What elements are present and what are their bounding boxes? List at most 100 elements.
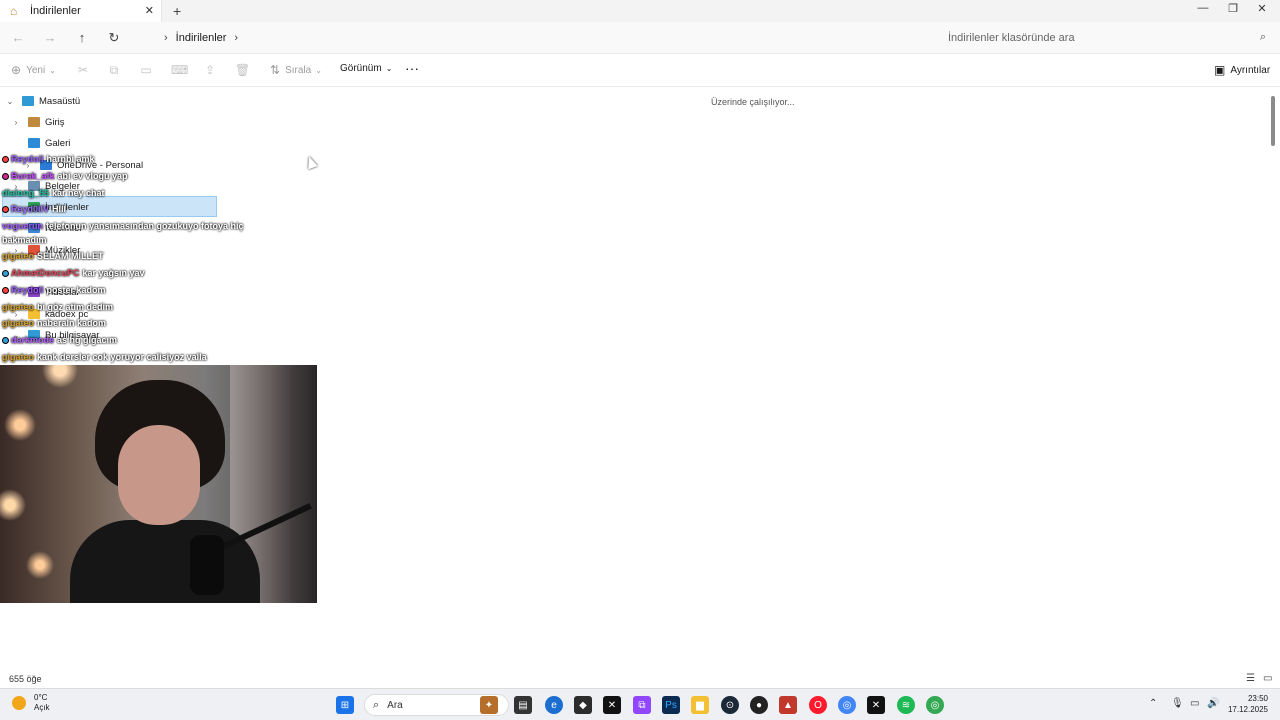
plus-circle-icon: ⊕ [11, 63, 22, 77]
microphone-icon[interactable]: 🎙 [1171, 698, 1184, 709]
steam-icon[interactable]: ⊙ [721, 696, 739, 714]
game-icon[interactable]: ▲ [779, 696, 797, 714]
chat-username: darkmode [11, 335, 55, 345]
chat-badge-icon [2, 269, 9, 277]
chat-message-text: as hg gigacım [57, 335, 118, 345]
microphone [190, 535, 224, 595]
chat-message-text: kank dersler cok yoruyor calisiyoz valla [37, 352, 207, 362]
more-options-button[interactable]: ··· [405, 60, 419, 76]
capcut-icon[interactable]: ✕ [603, 696, 621, 714]
back-button[interactable]: ← [10, 30, 26, 45]
status-bar: 655 öğe ☰ ▭ [0, 671, 1280, 688]
new-button[interactable]: ⊕ Yeni ⌄ [11, 63, 56, 77]
minimize-button[interactable]: — [1193, 2, 1213, 14]
share-icon[interactable]: ⇪ [203, 63, 217, 77]
obs-icon[interactable]: ● [750, 696, 768, 714]
vertical-scrollbar[interactable] [1271, 96, 1275, 146]
close-tab-icon[interactable]: ✕ [145, 4, 154, 17]
folder-icon [28, 138, 40, 148]
weather-widget[interactable]: 0°C Açık [12, 693, 50, 713]
chevron-down-icon: ⌄ [315, 65, 322, 75]
refresh-button[interactable]: ↻ [106, 30, 122, 46]
chat-username: gigateo [2, 251, 35, 261]
edge-icon[interactable]: e [545, 696, 563, 714]
chat-message: voguerun telefonun yansımasından gozukuyo… [2, 221, 244, 231]
chat-badge-icon [2, 336, 9, 344]
tree-item-label: Galeri [45, 137, 71, 149]
tree-item[interactable]: Galeri [10, 133, 70, 153]
photoshop-icon[interactable]: Ps [662, 696, 680, 714]
search-placeholder: İndirilenler klasöründe ara [948, 32, 1075, 44]
file-explorer-icon[interactable]: ▆ [691, 696, 709, 714]
chrome-icon[interactable]: ◎ [838, 696, 856, 714]
chat-username: Burak_afk [11, 171, 55, 181]
tab-title: İndirilenler [30, 5, 81, 17]
new-tab-button[interactable]: + [173, 3, 181, 19]
close-window-button[interactable]: ✕ [1252, 2, 1272, 15]
rename-icon[interactable]: ⌨ [171, 63, 188, 77]
home-icon: ⌂ [10, 4, 18, 18]
up-button[interactable]: ↑ [74, 30, 90, 45]
details-view-icon[interactable]: ☰ [1246, 673, 1255, 684]
tree-item[interactable]: ⌄ Masaüstü [4, 91, 81, 111]
spotify-icon[interactable]: ≋ [897, 696, 915, 714]
twitch-icon[interactable]: ⧉ [633, 696, 651, 714]
tree-item-label: Masaüstü [39, 95, 81, 107]
paste-icon[interactable]: ▭ [139, 63, 153, 77]
search-box[interactable]: İndirilenler klasöründe ara ⌕ [938, 25, 1272, 51]
webcam-overlay [0, 365, 317, 603]
chat-message: gigateo kank dersler cok yoruyor calisiyo… [2, 352, 207, 362]
task-view-icon[interactable]: ▤ [514, 696, 532, 714]
app-cube-icon[interactable]: ◆ [574, 696, 592, 714]
details-label: Ayrıntılar [1230, 64, 1271, 76]
chat-message-text: HIII [52, 204, 67, 214]
person-face [118, 425, 200, 525]
chevron-down-icon: ⌄ [385, 64, 393, 73]
breadcrumb-downloads[interactable]: İndirilenler [176, 32, 227, 44]
view-button[interactable]: Görünüm ⌄ [340, 63, 392, 74]
system-clock[interactable]: 23:50 17.12.2025 [1198, 693, 1268, 715]
tiles-view-icon[interactable]: ▭ [1263, 673, 1272, 684]
sort-button[interactable]: ⇅ Sırala ⌄ [270, 63, 322, 77]
view-label: Görünüm [340, 63, 382, 74]
address-bar[interactable]: › İndirilenler › [134, 25, 928, 51]
forward-button[interactable]: → [42, 30, 58, 45]
search-icon: ⌕ [1259, 31, 1266, 43]
delete-icon[interactable]: 🗑 [235, 63, 250, 77]
details-button[interactable]: ▣ Ayrıntılar [1214, 63, 1270, 77]
tab-downloads[interactable]: ⌂ İndirilenler ✕ [0, 0, 162, 22]
chat-username: Reydoil [11, 285, 44, 295]
chat-username: dialong_55 [2, 188, 50, 198]
start-menu-icon[interactable]: ⊞ [336, 696, 354, 714]
breadcrumb-chevron-icon[interactable]: › [164, 32, 168, 44]
search-icon: ⌕ [373, 698, 380, 711]
weather-temp: 0°C [34, 693, 48, 702]
chrome-profile-icon[interactable]: ◎ [926, 696, 944, 714]
tree-item[interactable]: › Giriş [10, 112, 65, 132]
chat-message-text: telefonun yansımasından gozukuyo fotoya … [46, 221, 244, 231]
chat-badge-icon [2, 172, 9, 180]
chat-username: voguerun [2, 221, 44, 231]
copy-icon[interactable]: ⧉ [107, 63, 121, 78]
opera-icon[interactable]: O [809, 696, 827, 714]
working-status-text: Üzerinde çalışılıyor... [711, 97, 795, 107]
chat-message-text: poster kadom [46, 285, 106, 295]
item-count: 655 öğe [9, 674, 42, 684]
chat-message-text: abi ev vlogu yap [57, 171, 128, 181]
cut-icon[interactable]: ✂ [76, 63, 90, 77]
chat-message: AhmetDoncuPC kar yağsın yav [2, 268, 145, 278]
folder-icon [22, 96, 34, 106]
chat-message-text: naberaln kadom [37, 318, 107, 328]
taskbar-search-label: Ara [387, 699, 403, 711]
expand-chevron-icon[interactable]: ⌄ [4, 97, 16, 106]
chat-message: darkmode as hg gigacım [2, 335, 117, 345]
chat-message: Reyd0ilV HIII [2, 204, 66, 214]
maximize-button[interactable]: ❐ [1223, 2, 1243, 15]
search-highlight-icon[interactable]: ✦ [480, 696, 498, 714]
tray-overflow-icon[interactable]: ⌃ [1149, 698, 1157, 709]
breadcrumb-chevron-icon[interactable]: › [234, 32, 238, 44]
chat-username: gigateo [2, 318, 35, 328]
expand-chevron-icon[interactable]: › [10, 118, 22, 127]
navigation-bar: ← → ↑ ↻ › İndirilenler › İndirilenler kl… [0, 22, 1280, 54]
capcut-alt-icon[interactable]: ✕ [867, 696, 885, 714]
